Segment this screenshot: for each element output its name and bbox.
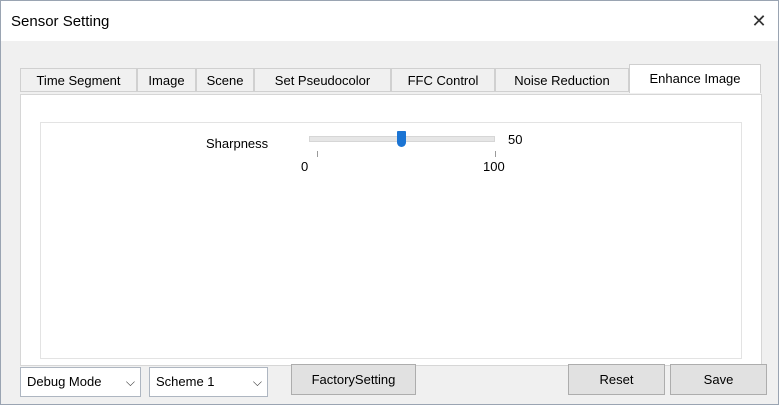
sharpness-label: Sharpness [206, 136, 269, 151]
tab-enhance-image[interactable]: Enhance Image [629, 64, 761, 93]
close-icon[interactable]: ✕ [744, 7, 774, 35]
tab-image[interactable]: Image [137, 68, 196, 92]
scheme-select[interactable]: Scheme 1 ⌵ [149, 367, 268, 397]
mode-select-value: Debug Mode [27, 374, 102, 389]
tab-scene[interactable]: Scene [196, 68, 254, 92]
reset-button[interactable]: Reset [568, 364, 665, 395]
mode-select[interactable]: Debug Mode ⌵ [20, 367, 141, 397]
settings-area [40, 122, 742, 359]
save-button[interactable]: Save [670, 364, 767, 395]
scheme-select-value: Scheme 1 [156, 374, 215, 389]
sharpness-min-label: 0 [301, 159, 309, 174]
factory-setting-button[interactable]: FactorySetting [291, 364, 416, 395]
slider-tick-max [495, 151, 496, 157]
slider-tick-min [317, 151, 318, 157]
sharpness-slider-thumb[interactable] [397, 131, 406, 147]
title-bar: Sensor Setting ✕ [1, 1, 778, 41]
sharpness-value: 50 [508, 132, 523, 147]
chevron-down-icon: ⌵ [125, 375, 135, 389]
tab-ffc-control[interactable]: FFC Control [391, 68, 495, 92]
tab-noise-reduction[interactable]: Noise Reduction [495, 68, 629, 92]
sensor-setting-dialog: Sensor Setting ✕ Time Segment Image Scen… [0, 0, 779, 405]
enhance-image-panel [20, 94, 762, 366]
window-title: Sensor Setting [11, 13, 110, 30]
tab-time-segment[interactable]: Time Segment [20, 68, 137, 92]
chevron-down-icon: ⌵ [252, 375, 262, 389]
sharpness-max-label: 100 [483, 159, 505, 174]
tab-set-pseudocolor[interactable]: Set Pseudocolor [254, 68, 391, 92]
